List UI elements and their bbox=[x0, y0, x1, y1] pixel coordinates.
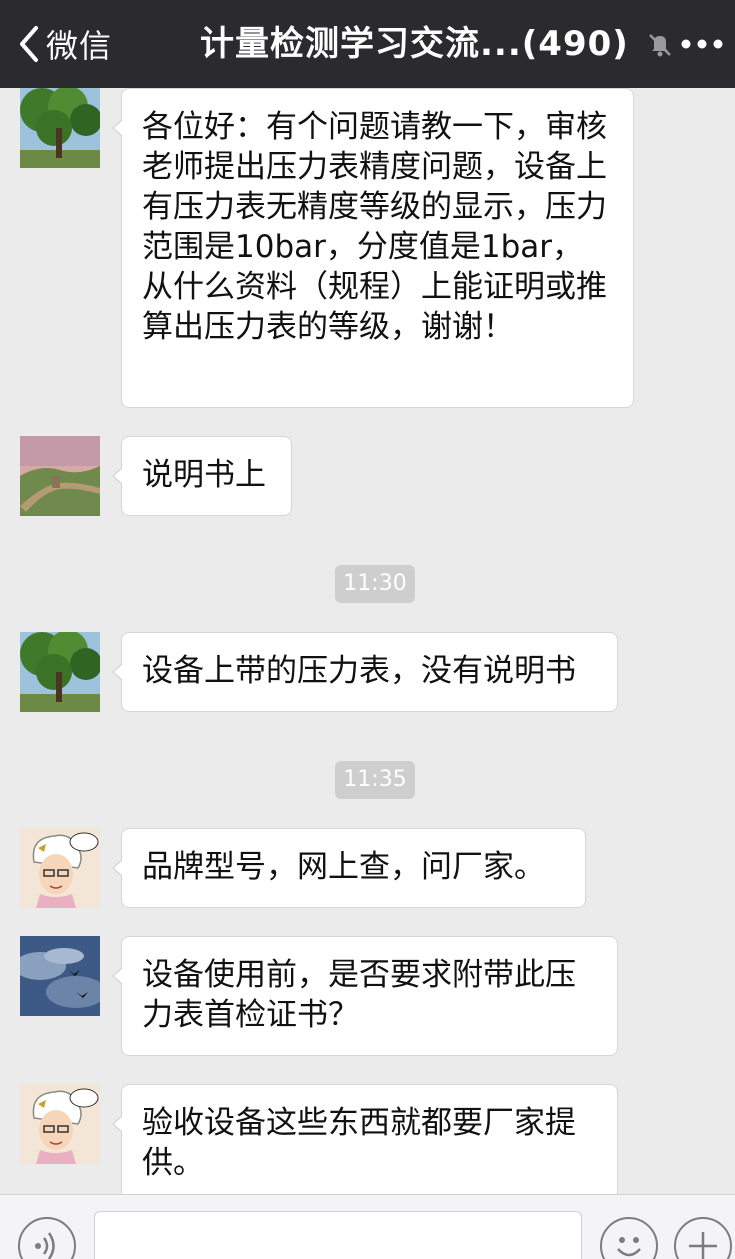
message-bubble[interactable]: 设备上带的压力表，没有说明书 bbox=[112, 632, 618, 712]
bell-off-icon bbox=[649, 34, 671, 57]
sky-birds-avatar[interactable] bbox=[20, 936, 100, 1016]
emoji-button[interactable] bbox=[600, 1217, 658, 1259]
message-bubble[interactable]: 说明书上 bbox=[112, 436, 292, 516]
great-wall-avatar[interactable] bbox=[20, 436, 100, 516]
more-dots-icon[interactable] bbox=[680, 30, 724, 58]
cartoon-avatar[interactable] bbox=[20, 828, 100, 908]
more-functions-button[interactable] bbox=[674, 1217, 732, 1259]
voice-icon bbox=[35, 1232, 55, 1259]
message-input[interactable] bbox=[94, 1211, 582, 1259]
message-bubble[interactable]: 品牌型号，网上查，问厂家。 bbox=[112, 828, 586, 908]
message-bubble[interactable]: 验收设备这些东西就都要厂家提供。 bbox=[112, 1084, 618, 1194]
back-button[interactable]: 微信 bbox=[18, 20, 112, 68]
back-label: 微信 bbox=[46, 27, 113, 65]
message-bubble[interactable]: 设备使用前，是否要求附带此压力表首检证书？ bbox=[112, 936, 618, 1056]
voice-button[interactable] bbox=[18, 1217, 76, 1259]
emoji-icon bbox=[617, 1237, 641, 1257]
input-bar bbox=[0, 1194, 735, 1259]
chevron-left-icon bbox=[20, 26, 38, 62]
timestamp: 11:30 bbox=[335, 565, 415, 603]
chat-title: 计量检测学习交流...(490) bbox=[200, 24, 629, 64]
tree-avatar[interactable] bbox=[20, 632, 100, 712]
timestamp: 11:35 bbox=[335, 761, 415, 799]
plus-icon bbox=[689, 1232, 717, 1259]
cartoon-avatar[interactable] bbox=[20, 1084, 100, 1164]
message-bubble[interactable]: 各位好：有个问题请教一下，审核老师提出压力表精度问题，设备上有压力表无精度等级的… bbox=[112, 88, 634, 408]
chat-header: 微信 计量检测学习交流...(490) bbox=[0, 0, 735, 88]
tree-avatar[interactable] bbox=[20, 88, 100, 168]
message-list[interactable]: 各位好：有个问题请教一下，审核老师提出压力表精度问题，设备上有压力表无精度等级的… bbox=[0, 88, 735, 1194]
